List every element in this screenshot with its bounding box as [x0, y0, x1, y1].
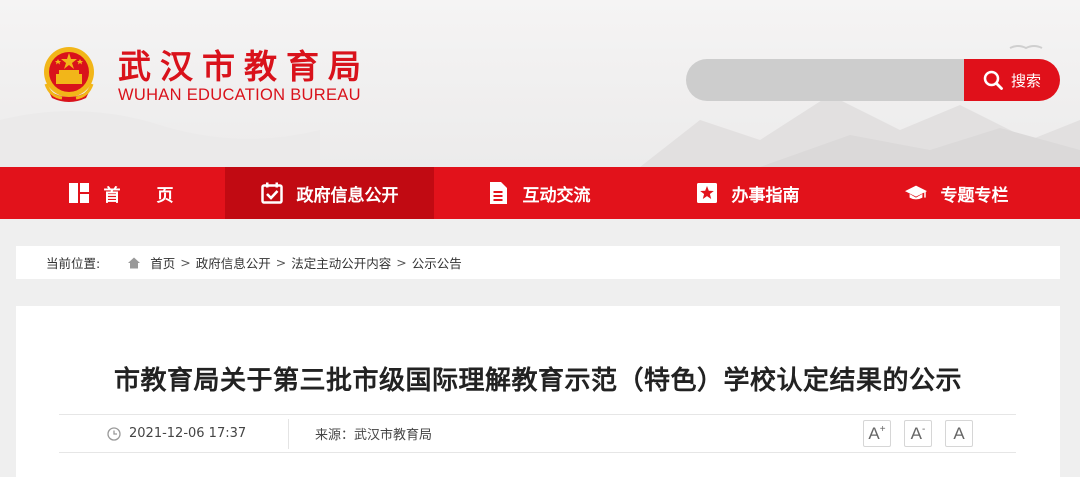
article-title: 市教育局关于第三批市级国际理解教育示范（特色）学校认定结果的公示: [113, 366, 962, 396]
site-header: 武汉市教育局 WUHAN EDUCATION BUREAU 搜索: [0, 0, 1080, 167]
breadcrumb-separator: >: [396, 255, 407, 270]
article-panel: 市教育局关于第三批市级国际理解教育示范（特色）学校认定结果的公示 2021-12…: [16, 306, 1060, 477]
breadcrumb-link-notices[interactable]: 公示公告: [412, 253, 462, 272]
nav-item-interaction[interactable]: 互动交流: [434, 167, 643, 219]
graduation-cap-icon: [904, 182, 927, 204]
nav-item-label: 互动交流: [522, 185, 591, 206]
clock-icon: [107, 426, 121, 441]
publish-date: 2021-12-06 17:37: [107, 415, 246, 452]
breadcrumb-link-home[interactable]: 首页: [150, 253, 175, 272]
font-btn-label: A: [868, 423, 880, 443]
search-button-label: 搜索: [1010, 71, 1041, 90]
document-icon: [487, 182, 509, 204]
nav-item-guide[interactable]: 办事指南: [643, 167, 852, 219]
home-icon: [128, 257, 141, 269]
nav-item-label: 政府信息公开: [296, 185, 399, 206]
nav-item-label: 专题专栏: [940, 185, 1009, 206]
breadcrumb: 当前位置: 首页 > 政府信息公开 > 法定主动公开内容 > 公示公告: [16, 246, 1060, 279]
search-button[interactable]: 搜索: [964, 59, 1060, 101]
site-title: 武汉市教育局: [118, 47, 370, 86]
font-reset-button[interactable]: A: [945, 420, 973, 447]
calendar-check-icon: [260, 182, 283, 204]
font-btn-label: A: [953, 423, 965, 443]
breadcrumb-prefix: 当前位置:: [46, 256, 101, 271]
search-icon: [983, 70, 1003, 90]
meta-divider: [288, 419, 289, 449]
font-btn-label: A: [910, 423, 922, 443]
site-subtitle: WUHAN EDUCATION BUREAU: [118, 86, 361, 104]
search-input[interactable]: [686, 59, 968, 101]
home-grid-icon: [68, 182, 90, 204]
national-emblem: [44, 47, 94, 102]
nav-item-topics[interactable]: 专题专栏: [852, 167, 1061, 219]
article-meta: 2021-12-06 17:37 来源：武汉市教育局 A + A- A: [59, 414, 1016, 453]
publish-date-text: 2021-12-06 17:37: [129, 426, 247, 441]
font-btn-mark: +: [879, 424, 886, 435]
star-bookmark-icon: [696, 182, 718, 204]
breadcrumb-separator: >: [180, 255, 191, 270]
nav-item-gov-info[interactable]: 政府信息公开: [225, 167, 434, 219]
nav-item-home[interactable]: 首页: [16, 167, 225, 219]
nav-item-label: 办事指南: [731, 185, 800, 206]
breadcrumb-separator: >: [275, 255, 287, 270]
breadcrumb-link-statutory[interactable]: 法定主动公开内容: [291, 253, 391, 272]
font-increase-button[interactable]: A +: [863, 420, 891, 447]
font-decrease-button[interactable]: A-: [904, 420, 932, 447]
font-btn-mark: -: [922, 424, 926, 435]
breadcrumb-link-gov-info[interactable]: 政府信息公开: [196, 253, 271, 272]
nav-item-label: 首页: [103, 185, 210, 206]
main-nav: 首页 政府信息公开 互动交流 办事指南 专题专栏: [0, 167, 1080, 219]
article-source: 来源：武汉市教育局: [315, 428, 433, 443]
